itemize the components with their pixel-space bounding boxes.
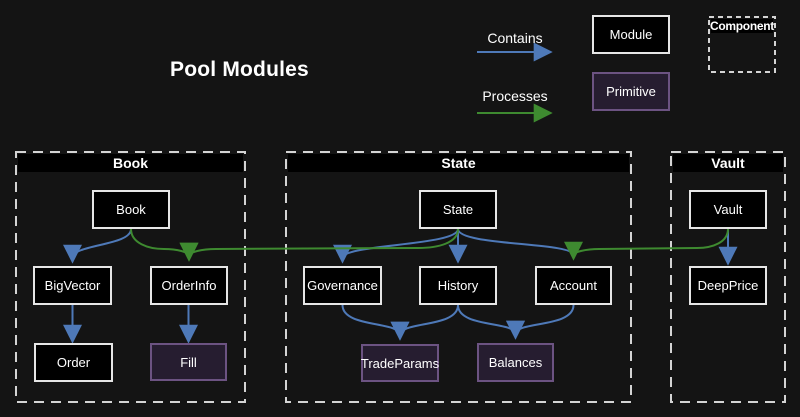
node-tradeparams-label: TradeParams: [361, 356, 439, 371]
edge-account-balances: [516, 305, 574, 334]
node-order-label: Order: [57, 355, 90, 370]
edge-state-account: [458, 229, 574, 255]
node-book-label: Book: [116, 202, 146, 217]
state-container-title: State: [288, 154, 629, 172]
node-deepprice-label: DeepPrice: [698, 278, 759, 293]
node-orderinfo-label: OrderInfo: [162, 278, 217, 293]
node-deepprice: DeepPrice: [689, 266, 767, 305]
edge-vault-account: [574, 229, 729, 255]
edge-history-balances: [458, 305, 516, 334]
node-state: State: [419, 190, 497, 229]
legend-module-box: Module: [592, 15, 670, 54]
node-vault-label: Vault: [714, 202, 743, 217]
node-bigvector: BigVector: [33, 266, 112, 305]
node-orderinfo: OrderInfo: [150, 266, 228, 305]
node-account: Account: [535, 266, 612, 305]
edge-book-orderinfo: [131, 229, 189, 256]
page-title: Pool Modules: [170, 58, 309, 82]
legend-primitive-label: Primitive: [606, 84, 656, 99]
node-account-label: Account: [550, 278, 597, 293]
node-history: History: [419, 266, 497, 305]
node-order: Order: [34, 343, 113, 382]
edge-governance-tradeparams: [343, 305, 401, 335]
book-container-title: Book: [18, 154, 243, 172]
node-balances-label: Balances: [489, 355, 542, 370]
node-vault: Vault: [689, 190, 767, 229]
node-fill-label: Fill: [180, 355, 197, 370]
node-fill: Fill: [150, 343, 227, 381]
edge-book-bigvector: [73, 229, 132, 258]
node-history-label: History: [438, 278, 478, 293]
node-state-label: State: [443, 202, 473, 217]
node-governance-label: Governance: [307, 278, 378, 293]
node-tradeparams: TradeParams: [361, 344, 439, 382]
edge-history-tradeparams: [400, 305, 458, 335]
legend-component-label: Component: [711, 19, 773, 33]
legend-processes-label: Processes: [477, 88, 553, 104]
legend-module-label: Module: [610, 27, 653, 42]
node-balances: Balances: [477, 343, 554, 382]
legend-contains-label: Contains: [477, 30, 553, 46]
node-book: Book: [92, 190, 170, 229]
pool-modules-diagram: Pool Modules Contains Processes Module P…: [0, 0, 800, 417]
edge-state-governance: [343, 229, 459, 258]
node-bigvector-label: BigVector: [45, 278, 101, 293]
node-governance: Governance: [303, 266, 382, 305]
legend-primitive-box: Primitive: [592, 72, 670, 111]
vault-container-title: Vault: [673, 154, 783, 172]
